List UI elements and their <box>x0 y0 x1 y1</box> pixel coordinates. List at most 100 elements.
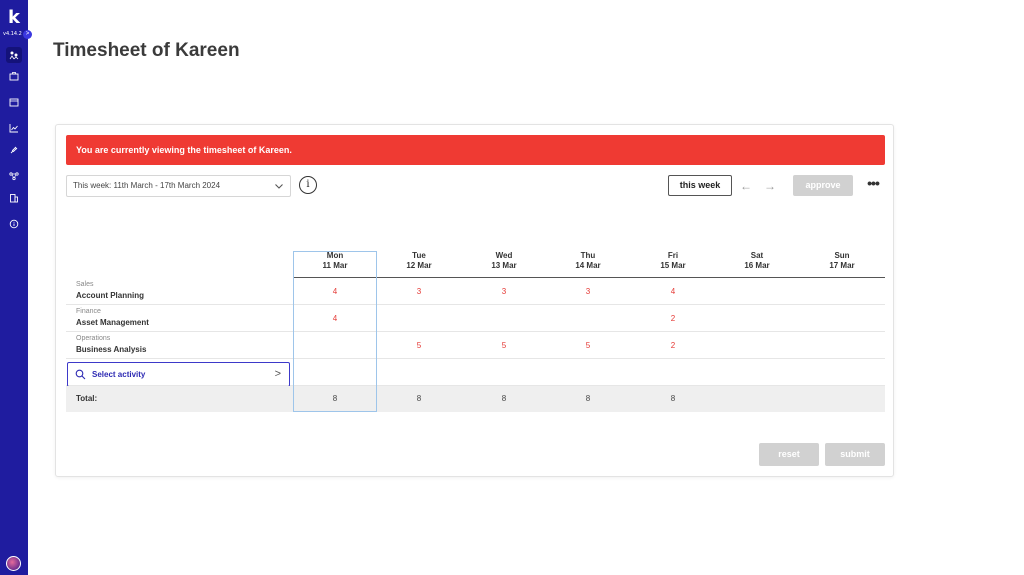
sidebar-item-info[interactable] <box>6 216 22 232</box>
reset-button[interactable]: reset <box>759 443 819 466</box>
hours-cell[interactable] <box>800 332 884 359</box>
day-header-wed: Wed 13 Mar <box>462 251 546 271</box>
network-icon <box>9 172 19 181</box>
column-divider <box>293 278 294 412</box>
more-options-icon[interactable]: ••• <box>863 176 883 194</box>
day-date: 14 Mar <box>575 261 601 270</box>
total-cell: 8 <box>585 394 591 403</box>
sidebar-item-integrations[interactable] <box>6 142 22 158</box>
chevron-down-icon <box>275 184 283 189</box>
hours-cell[interactable]: 4 <box>631 278 715 305</box>
timesheet-card: You are currently viewing the timesheet … <box>55 124 894 477</box>
page-title: Timesheet of Kareen <box>53 40 240 61</box>
activity-name: Business Analysis <box>76 345 147 354</box>
chevron-right-icon: > <box>274 368 281 380</box>
total-cell: 8 <box>670 394 676 403</box>
sidebar: k v4.14.2 > <box>0 0 32 575</box>
day-date: 17 Mar <box>829 261 855 270</box>
day-date: 11 Mar <box>322 261 348 270</box>
day-name: Wed <box>495 251 513 260</box>
chart-icon <box>9 124 18 133</box>
hours-cell[interactable] <box>546 305 630 332</box>
hours-cell[interactable]: 5 <box>377 332 461 359</box>
table-row: Operations Business Analysis 5 5 5 2 <box>66 332 885 359</box>
calendar-icon <box>9 98 19 107</box>
week-select-value: This week: 11th March - 17th March 2024 <box>73 181 221 190</box>
submit-button[interactable]: submit <box>825 443 885 466</box>
search-icon <box>75 369 86 380</box>
day-name: Mon <box>326 251 344 260</box>
table-row: Sales Account Planning 4 3 3 3 4 <box>66 278 885 305</box>
hours-cell[interactable] <box>800 278 884 305</box>
team-icon <box>9 51 19 60</box>
hours-cell[interactable]: 3 <box>546 278 630 305</box>
hours-cell[interactable]: 2 <box>631 305 715 332</box>
activity-name: Account Planning <box>76 291 144 300</box>
week-select[interactable]: This week: 11th March - 17th March 2024 <box>66 175 291 197</box>
hours-cell[interactable] <box>715 305 799 332</box>
select-activity-row: Select activity > <box>66 359 885 387</box>
plug-icon <box>10 146 18 154</box>
hours-cell[interactable]: 2 <box>631 332 715 359</box>
hours-cell[interactable]: 4 <box>293 278 377 305</box>
hours-cell[interactable] <box>462 305 546 332</box>
hours-cell[interactable]: 3 <box>462 278 546 305</box>
day-header-tue: Tue 12 Mar <box>377 251 461 271</box>
day-date: 12 Mar <box>406 261 432 270</box>
activity-category: Finance <box>76 308 101 315</box>
day-header-sat: Sat 16 Mar <box>715 251 799 271</box>
hours-cell[interactable] <box>715 278 799 305</box>
activity-category: Sales <box>76 281 94 288</box>
app-logo[interactable]: k <box>5 8 23 28</box>
day-name: Thu <box>580 251 596 260</box>
day-date: 13 Mar <box>491 261 517 270</box>
total-cell <box>715 386 799 412</box>
hours-cell[interactable]: 3 <box>377 278 461 305</box>
total-label: Total: <box>76 394 98 403</box>
sidebar-item-network[interactable] <box>6 168 22 184</box>
hours-cell[interactable] <box>800 305 884 332</box>
day-header-fri: Fri 15 Mar <box>631 251 715 271</box>
sidebar-item-team[interactable] <box>6 47 22 63</box>
sidebar-item-projects[interactable] <box>6 68 22 84</box>
total-cell: 8 <box>332 394 338 403</box>
day-date: 15 Mar <box>660 261 686 270</box>
hours-cell[interactable]: 5 <box>546 332 630 359</box>
activity-name: Asset Management <box>76 318 149 327</box>
total-cell: 8 <box>501 394 507 403</box>
day-name: Fri <box>667 251 679 260</box>
viewing-alert-banner: You are currently viewing the timesheet … <box>66 135 885 165</box>
next-week-arrow-icon[interactable]: → <box>763 179 777 193</box>
day-name: Tue <box>412 251 426 260</box>
hours-cell[interactable] <box>293 332 377 359</box>
sidebar-item-reports[interactable] <box>6 120 22 136</box>
info-icon <box>9 219 19 229</box>
total-row: Total: 8 8 8 8 8 <box>66 386 885 412</box>
previous-week-arrow-icon[interactable]: ← <box>739 179 753 193</box>
this-week-button[interactable]: this week <box>668 175 732 196</box>
select-activity-button[interactable]: Select activity > <box>67 362 290 387</box>
day-name: Sat <box>750 251 764 260</box>
activity-category: Operations <box>76 335 111 342</box>
table-row: Finance Asset Management 4 2 <box>66 305 885 332</box>
info-button[interactable]: i <box>299 176 317 194</box>
day-name: Sun <box>834 251 850 260</box>
select-activity-label: Select activity <box>92 370 146 379</box>
day-header-sun: Sun 17 Mar <box>800 251 884 271</box>
day-header-thu: Thu 14 Mar <box>546 251 630 271</box>
building-icon <box>10 194 18 203</box>
user-avatar[interactable] <box>6 556 21 571</box>
hours-cell[interactable] <box>377 305 461 332</box>
version-label: v4.14.2 <box>3 31 22 37</box>
day-header-mon: Mon 11 Mar <box>293 251 377 271</box>
collapse-sidebar-button[interactable]: > <box>23 30 32 39</box>
approve-button[interactable]: approve <box>793 175 853 196</box>
sidebar-item-organization[interactable] <box>6 190 22 206</box>
sidebar-item-calendar[interactable] <box>6 94 22 110</box>
total-cell <box>800 386 884 412</box>
hours-cell[interactable]: 4 <box>293 305 377 332</box>
total-cell: 8 <box>416 394 422 403</box>
hours-cell[interactable]: 5 <box>462 332 546 359</box>
day-date: 16 Mar <box>744 261 770 270</box>
hours-cell[interactable] <box>715 332 799 359</box>
